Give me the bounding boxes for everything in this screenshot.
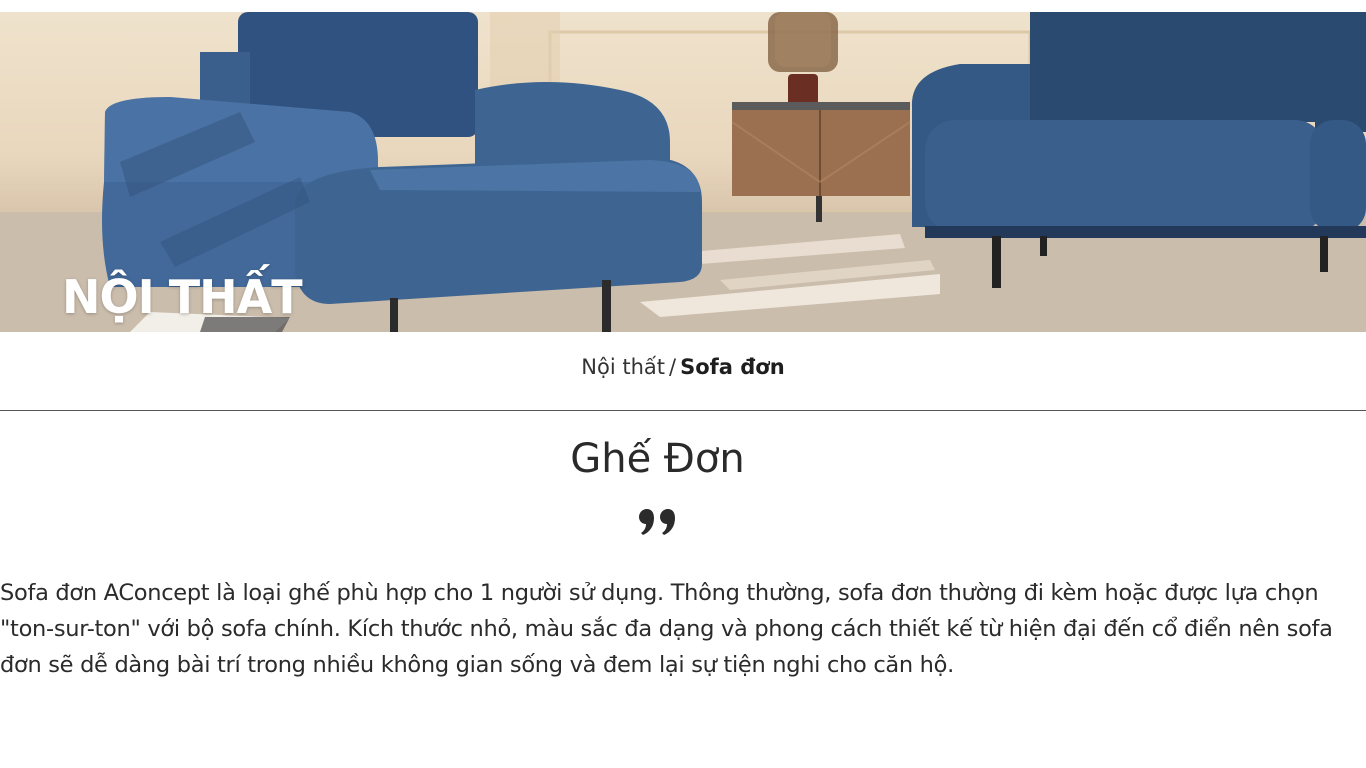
breadcrumb-current: Sofa đơn <box>680 355 785 379</box>
breadcrumb-link-noi-that[interactable]: Nội thất <box>581 355 665 379</box>
hero-title: NỘI THẤT <box>62 270 303 324</box>
hero-banner: NỘI THẤT <box>0 12 1366 332</box>
category-description: Sofa đơn AConcept là loại ghế phù hợp ch… <box>0 580 1333 678</box>
breadcrumb-separator: / <box>669 355 677 379</box>
page-title: Ghế Đơn <box>570 436 745 482</box>
breadcrumb: Nội thất / Sofa đơn <box>0 355 1366 379</box>
quote-icon <box>639 509 675 535</box>
section-divider <box>0 410 1366 411</box>
